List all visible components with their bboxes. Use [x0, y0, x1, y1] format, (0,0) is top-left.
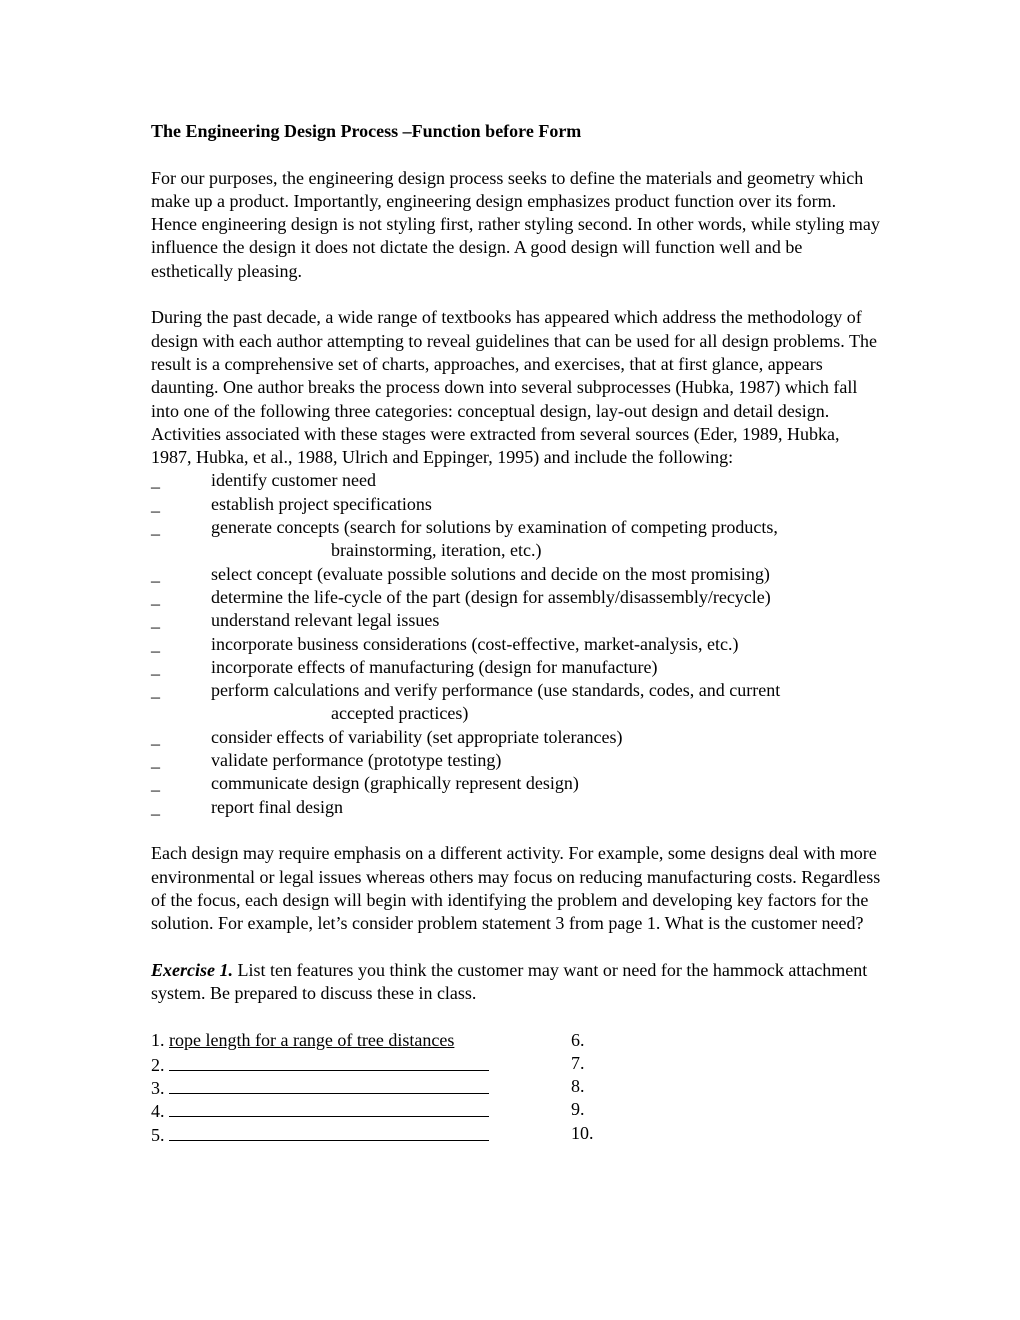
bullet-marker: _ — [151, 493, 160, 514]
activity-text: perform calculations and verify performa… — [211, 680, 781, 701]
answer-number: 1. — [151, 1029, 165, 1050]
activities-list: _ identify customer need _ establish projec… — [151, 469, 881, 818]
activity-item: _ establish project specifications — [151, 493, 881, 516]
bullet-marker: _ — [151, 563, 160, 584]
answer-number: 9. — [571, 1099, 585, 1120]
answer-blank[interactable] — [169, 1075, 489, 1095]
activity-text: determine the life-cycle of the part (de… — [211, 586, 771, 607]
bullet-marker: _ — [151, 796, 160, 817]
activity-text: incorporate business considerations (cos… — [211, 633, 739, 654]
activity-item: _ generate concepts (search for solutions… — [151, 516, 881, 563]
activity-text: validate performance (prototype testing) — [211, 750, 502, 771]
activity-continuation: brainstorming, iteration, etc.) — [331, 540, 542, 561]
activity-text: consider effects of variability (set app… — [211, 726, 623, 747]
answer-blank[interactable] — [169, 1098, 489, 1118]
activity-item: _ determine the life-cycle of the part (d… — [151, 586, 881, 609]
answer-number: 4. — [151, 1101, 165, 1122]
bullet-marker: _ — [151, 610, 160, 631]
activity-text: incorporate effects of manufacturing (de… — [211, 656, 658, 677]
bullet-marker: _ — [151, 470, 160, 491]
bullet-marker: _ — [151, 680, 160, 701]
intro-paragraph: For our purposes, the engineering design… — [151, 167, 880, 281]
answer-row: 1. rope length for a range of tree dista… — [151, 1029, 881, 1052]
activity-continuation: accepted practices) — [331, 703, 469, 724]
answer-number: 8. — [571, 1076, 585, 1097]
activity-item: _ consider effects of variability (set ap… — [151, 726, 881, 749]
activity-item: _ communicate design (graphically represe… — [151, 772, 881, 795]
document-page: The Engineering Design Process –Function… — [151, 120, 881, 1145]
bullet-marker: _ — [151, 656, 160, 677]
answer-row: 2. 7. — [151, 1052, 881, 1075]
activity-item: _ validate performance (prototype testing… — [151, 749, 881, 772]
bullet-marker: _ — [151, 750, 160, 771]
activity-item: _ perform calculations and verify perform… — [151, 679, 881, 726]
activity-text: understand relevant legal issues — [211, 610, 440, 631]
bullet-marker: _ — [151, 517, 160, 538]
answer-blank[interactable] — [169, 1122, 489, 1141]
activity-text: report final design — [211, 796, 343, 817]
answer-row: 5. 10. — [151, 1122, 881, 1145]
activity-item: _ incorporate business considerations (co… — [151, 633, 881, 656]
bullet-marker: _ — [151, 633, 160, 654]
bullet-marker: _ — [151, 586, 160, 607]
activity-item: _ understand relevant legal issues — [151, 609, 881, 632]
answer-row: 4. 9. — [151, 1098, 881, 1121]
emphasis-paragraph: Each design may require emphasis on a di… — [151, 843, 881, 934]
activity-item: _ select concept (evaluate possible solut… — [151, 563, 881, 586]
page-title: The Engineering Design Process –Function… — [151, 121, 582, 141]
answer-row: 3. 8. — [151, 1075, 881, 1098]
activity-text: communicate design (graphically represen… — [211, 773, 579, 794]
activity-text: identify customer need — [211, 470, 376, 491]
answer-number: 3. — [151, 1078, 165, 1099]
activity-item: _ identify customer need — [151, 469, 881, 492]
answer-number: 2. — [151, 1054, 165, 1075]
exercise-text: List ten features you think the customer… — [151, 959, 868, 1003]
activity-text: establish project specifications — [211, 493, 432, 514]
answer-blank[interactable] — [169, 1052, 489, 1071]
exercise-paragraph: Exercise 1. List ten features you think … — [151, 959, 881, 1006]
answer-number: 6. — [571, 1029, 585, 1050]
bullet-marker: _ — [151, 773, 160, 794]
activity-item: _ incorporate effects of manufacturing (d… — [151, 656, 881, 679]
answer-field[interactable]: rope length for a range of tree distance… — [169, 1030, 454, 1050]
answer-list: 1. rope length for a range of tree dista… — [151, 1029, 881, 1145]
answer-number: 5. — [151, 1124, 165, 1145]
bullet-marker: _ — [151, 726, 160, 747]
background-paragraph: During the past decade, a wide range of … — [151, 307, 877, 468]
answer-number: 10. — [571, 1122, 594, 1143]
activity-item: _ report final design — [151, 796, 881, 819]
answer-number: 7. — [571, 1052, 585, 1073]
activity-text: select concept (evaluate possible soluti… — [211, 563, 770, 584]
activity-text: generate concepts (search for solutions … — [211, 517, 778, 538]
exercise-label: Exercise 1. — [151, 959, 233, 980]
